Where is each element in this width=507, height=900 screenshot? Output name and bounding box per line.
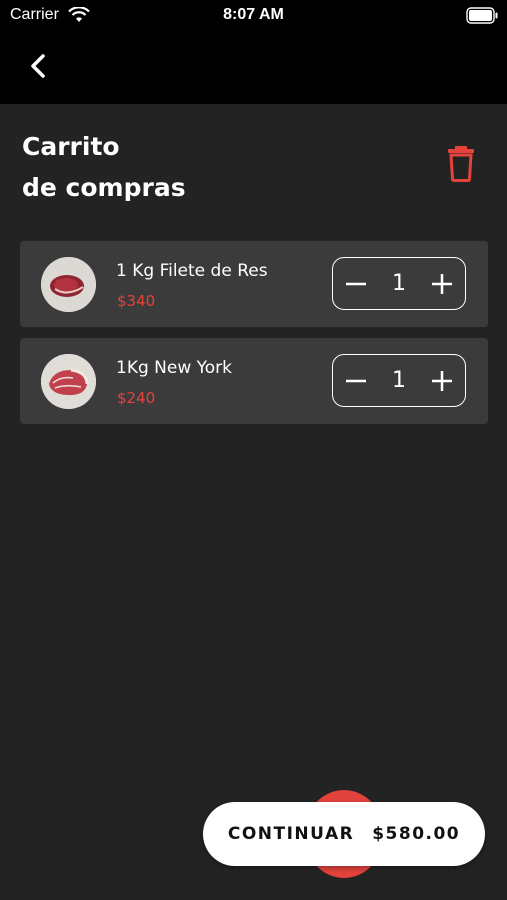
minus-icon bbox=[346, 282, 366, 285]
product-image bbox=[41, 257, 96, 312]
cart-total: $580.00 bbox=[372, 824, 461, 844]
decrease-button[interactable] bbox=[333, 258, 379, 309]
product-price: $240 bbox=[117, 389, 156, 407]
status-time: 8:07 AM bbox=[223, 6, 284, 23]
plus-icon bbox=[432, 273, 452, 294]
page-title-line1: Carrito bbox=[22, 132, 120, 161]
status-bar: Carrier 8:07 AM bbox=[0, 0, 507, 32]
quantity-value: 1 bbox=[392, 368, 406, 393]
product-name: 1Kg New York bbox=[116, 358, 233, 378]
quantity-stepper: 1 bbox=[332, 354, 466, 407]
quantity-value: 1 bbox=[392, 271, 406, 296]
navigation-bar bbox=[0, 32, 507, 104]
back-chevron-icon[interactable] bbox=[22, 48, 58, 84]
product-name: 1 Kg Filete de Res bbox=[116, 261, 268, 281]
decrease-button[interactable] bbox=[333, 355, 379, 406]
steak-image bbox=[41, 354, 96, 409]
increase-button[interactable] bbox=[419, 258, 465, 309]
increase-button[interactable] bbox=[419, 355, 465, 406]
battery-icon bbox=[466, 7, 498, 24]
steak-image bbox=[41, 257, 96, 312]
continue-label: CONTINUAR bbox=[227, 824, 355, 844]
product-price: $340 bbox=[117, 292, 156, 310]
cart-list: 1 Kg Filete de Res $340 1 1Kg New York $… bbox=[20, 241, 488, 435]
cart-item: 1 Kg Filete de Res $340 1 bbox=[20, 241, 488, 327]
trash-icon[interactable] bbox=[446, 144, 476, 182]
page-title: Carrito de compras bbox=[22, 126, 186, 208]
cart-item: 1Kg New York $240 1 bbox=[20, 338, 488, 424]
product-image bbox=[41, 354, 96, 409]
quantity-stepper: 1 bbox=[332, 257, 466, 310]
plus-icon bbox=[432, 370, 452, 391]
page-title-line2: de compras bbox=[22, 173, 186, 202]
minus-icon bbox=[346, 379, 366, 382]
continue-button[interactable]: CONTINUAR $580.00 bbox=[203, 802, 485, 866]
